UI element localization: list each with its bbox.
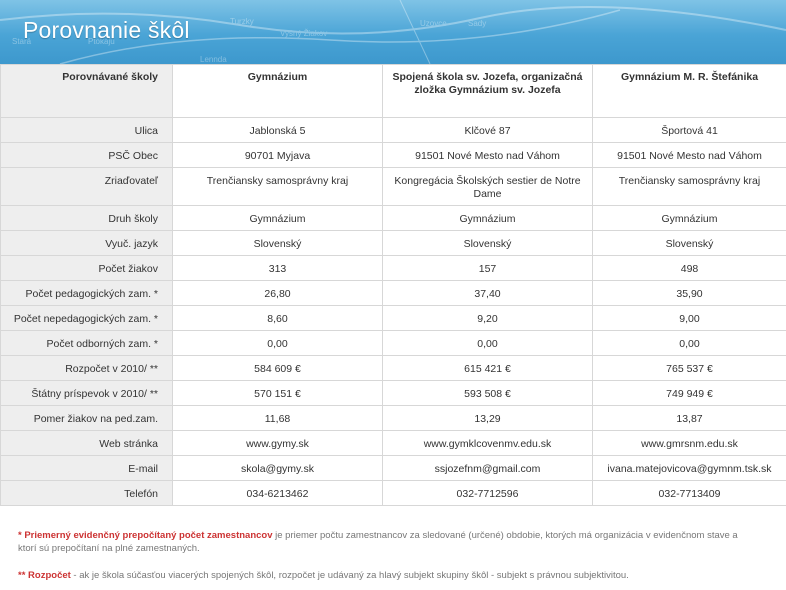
table-cell: 91501 Nové Mesto nad Váhom bbox=[592, 142, 786, 168]
school-comparison-table: Porovnávané školy Gymnázium Spojená škol… bbox=[0, 64, 786, 506]
map-label: Sady bbox=[468, 19, 486, 28]
web-link[interactable]: www.gymy.sk bbox=[172, 430, 383, 456]
table-cell: 0,00 bbox=[382, 330, 593, 356]
row-label: Druh školy bbox=[0, 205, 173, 231]
map-label: Lennda bbox=[200, 55, 227, 64]
table-cell: Športová 41 bbox=[592, 117, 786, 143]
row-label: Štátny príspevok v 2010/ ** bbox=[0, 380, 173, 406]
table-row: Počet pedagogických zam. * 26,80 37,40 35,9… bbox=[0, 280, 786, 306]
table-cell: 90701 Myjava bbox=[172, 142, 383, 168]
table-cell: 157 bbox=[382, 255, 593, 281]
header-label: Porovnávané školy bbox=[0, 64, 173, 118]
table-cell: Trenčiansky samosprávny kraj bbox=[172, 167, 383, 206]
table-cell: 9,00 bbox=[592, 305, 786, 331]
table-cell: 91501 Nové Mesto nad Váhom bbox=[382, 142, 593, 168]
table-cell: 35,90 bbox=[592, 280, 786, 306]
footnote-mark: * bbox=[18, 530, 22, 541]
row-label: Počet nepedagogických zam. * bbox=[0, 305, 173, 331]
row-label: Vyuč. jazyk bbox=[0, 230, 173, 256]
web-link[interactable]: www.gmrsnm.edu.sk bbox=[592, 430, 786, 456]
table-cell: 032-7712596 bbox=[382, 480, 593, 506]
table-cell: 13,87 bbox=[592, 405, 786, 431]
table-cell: 032-7713409 bbox=[592, 480, 786, 506]
footnote-term: Priemerný evidenčný prepočítaný počet za… bbox=[24, 530, 273, 541]
row-label: Počet pedagogických zam. * bbox=[0, 280, 173, 306]
email-link[interactable]: skola@gymy.sk bbox=[172, 455, 383, 481]
table-cell: Gymnázium bbox=[172, 205, 383, 231]
table-row: Štátny príspevok v 2010/ ** 570 151 €593 … bbox=[0, 380, 786, 406]
footnotes: * Priemerný evidenčný prepočítaný počet … bbox=[18, 529, 758, 582]
table-row: PSČ Obec 90701 Myjava 91501 Nové Mesto nad… bbox=[0, 142, 786, 168]
table-cell: 584 609 € bbox=[172, 355, 383, 381]
table-row: Druh školy Gymnázium Gymnázium Gymnázium bbox=[0, 205, 786, 231]
table-cell: 11,68 bbox=[172, 405, 383, 431]
footnote-term: Rozpočet bbox=[28, 570, 71, 581]
row-label: Pomer žiakov na ped.zam. bbox=[0, 405, 173, 431]
row-label: PSČ Obec bbox=[0, 142, 173, 168]
row-label: Web stránka bbox=[0, 430, 173, 456]
row-label: Počet odborných zam. * bbox=[0, 330, 173, 356]
email-link[interactable]: ivana.matejovicova@gymnm.tsk.sk bbox=[592, 455, 786, 481]
email-link[interactable]: ssjozefnm@gmail.com bbox=[382, 455, 593, 481]
table-row: Ulica Jablonská 5 Klčové 87 Športová 41 bbox=[0, 117, 786, 143]
footnote-budget: ** Rozpočet - ak je škola súčasťou viace… bbox=[18, 569, 758, 582]
school-name: Spojená škola sv. Jozefa, organizačná zl… bbox=[382, 64, 593, 118]
table-cell: 0,00 bbox=[592, 330, 786, 356]
table-row: Počet žiakov 313 157 498 bbox=[0, 255, 786, 281]
row-label: E-mail bbox=[0, 455, 173, 481]
school-name: Gymnázium bbox=[172, 64, 383, 118]
table-row: Počet nepedagogických zam. * 8,60 9,20 9,00 bbox=[0, 305, 786, 331]
table-row: Počet odborných zam. * 0,00 0,00 0,00 bbox=[0, 330, 786, 356]
table-cell: Klčové 87 bbox=[382, 117, 593, 143]
table-cell: Kongregácia Školských sestier de Notre D… bbox=[382, 167, 593, 206]
page-header: Turzky Vyšný Žiakov Lennda Stará Ptokajú… bbox=[0, 0, 786, 64]
table-row: Zriaďovateľ Trenčiansky samosprávny kraj K… bbox=[0, 167, 786, 206]
table-cell: Trenčiansky samosprávny kraj bbox=[592, 167, 786, 206]
table-cell: Slovenský bbox=[382, 230, 593, 256]
table-cell: 749 949 € bbox=[592, 380, 786, 406]
table-header-row: Porovnávané školy Gymnázium Spojená škol… bbox=[0, 64, 786, 118]
table-cell: 0,00 bbox=[172, 330, 383, 356]
page-title: Porovnanie škôl bbox=[23, 17, 190, 43]
row-label: Ulica bbox=[0, 117, 173, 143]
row-label: Počet žiakov bbox=[0, 255, 173, 281]
table-cell: 570 151 € bbox=[172, 380, 383, 406]
table-cell: 615 421 € bbox=[382, 355, 593, 381]
table-cell: 37,40 bbox=[382, 280, 593, 306]
table-cell: 26,80 bbox=[172, 280, 383, 306]
row-label: Rozpočet v 2010/ ** bbox=[0, 355, 173, 381]
map-label: Uzovce bbox=[420, 19, 447, 28]
table-cell: Slovenský bbox=[592, 230, 786, 256]
map-label: Turzky bbox=[230, 17, 254, 26]
footnote-mark: ** bbox=[18, 570, 26, 581]
table-cell: 9,20 bbox=[382, 305, 593, 331]
table-row: Telefón 034-6213462 032-7712596 032-7713409 bbox=[0, 480, 786, 506]
table-cell: Gymnázium bbox=[382, 205, 593, 231]
row-label: Telefón bbox=[0, 480, 173, 506]
footnote-text: - ak je škola súčasťou viacerých spojený… bbox=[70, 570, 629, 581]
table-cell: 498 bbox=[592, 255, 786, 281]
table-row: Web stránka www.gymy.sk www.gymklcovenmv.e… bbox=[0, 430, 786, 456]
table-row: Vyuč. jazyk Slovenský Slovenský Slovenský bbox=[0, 230, 786, 256]
table-cell: 765 537 € bbox=[592, 355, 786, 381]
table-cell: 13,29 bbox=[382, 405, 593, 431]
web-link[interactable]: www.gymklcovenmv.edu.sk bbox=[382, 430, 593, 456]
table-cell: Jablonská 5 bbox=[172, 117, 383, 143]
table-cell: Gymnázium bbox=[592, 205, 786, 231]
table-row: Rozpočet v 2010/ ** 584 609 €615 421 €765… bbox=[0, 355, 786, 381]
table-cell: Slovenský bbox=[172, 230, 383, 256]
school-name: Gymnázium M. R. Štefánika bbox=[592, 64, 786, 118]
table-cell: 8,60 bbox=[172, 305, 383, 331]
footnote-employees: * Priemerný evidenčný prepočítaný počet … bbox=[18, 529, 758, 555]
row-label: Zriaďovateľ bbox=[0, 167, 173, 206]
map-label: Vyšný Žiakov bbox=[280, 29, 327, 38]
table-row: Pomer žiakov na ped.zam. 11,68 13,29 13,87 bbox=[0, 405, 786, 431]
table-cell: 313 bbox=[172, 255, 383, 281]
table-cell: 034-6213462 bbox=[172, 480, 383, 506]
table-cell: 593 508 € bbox=[382, 380, 593, 406]
table-row: E-mail skola@gymy.sk ssjozefnm@gmail.com iv… bbox=[0, 455, 786, 481]
